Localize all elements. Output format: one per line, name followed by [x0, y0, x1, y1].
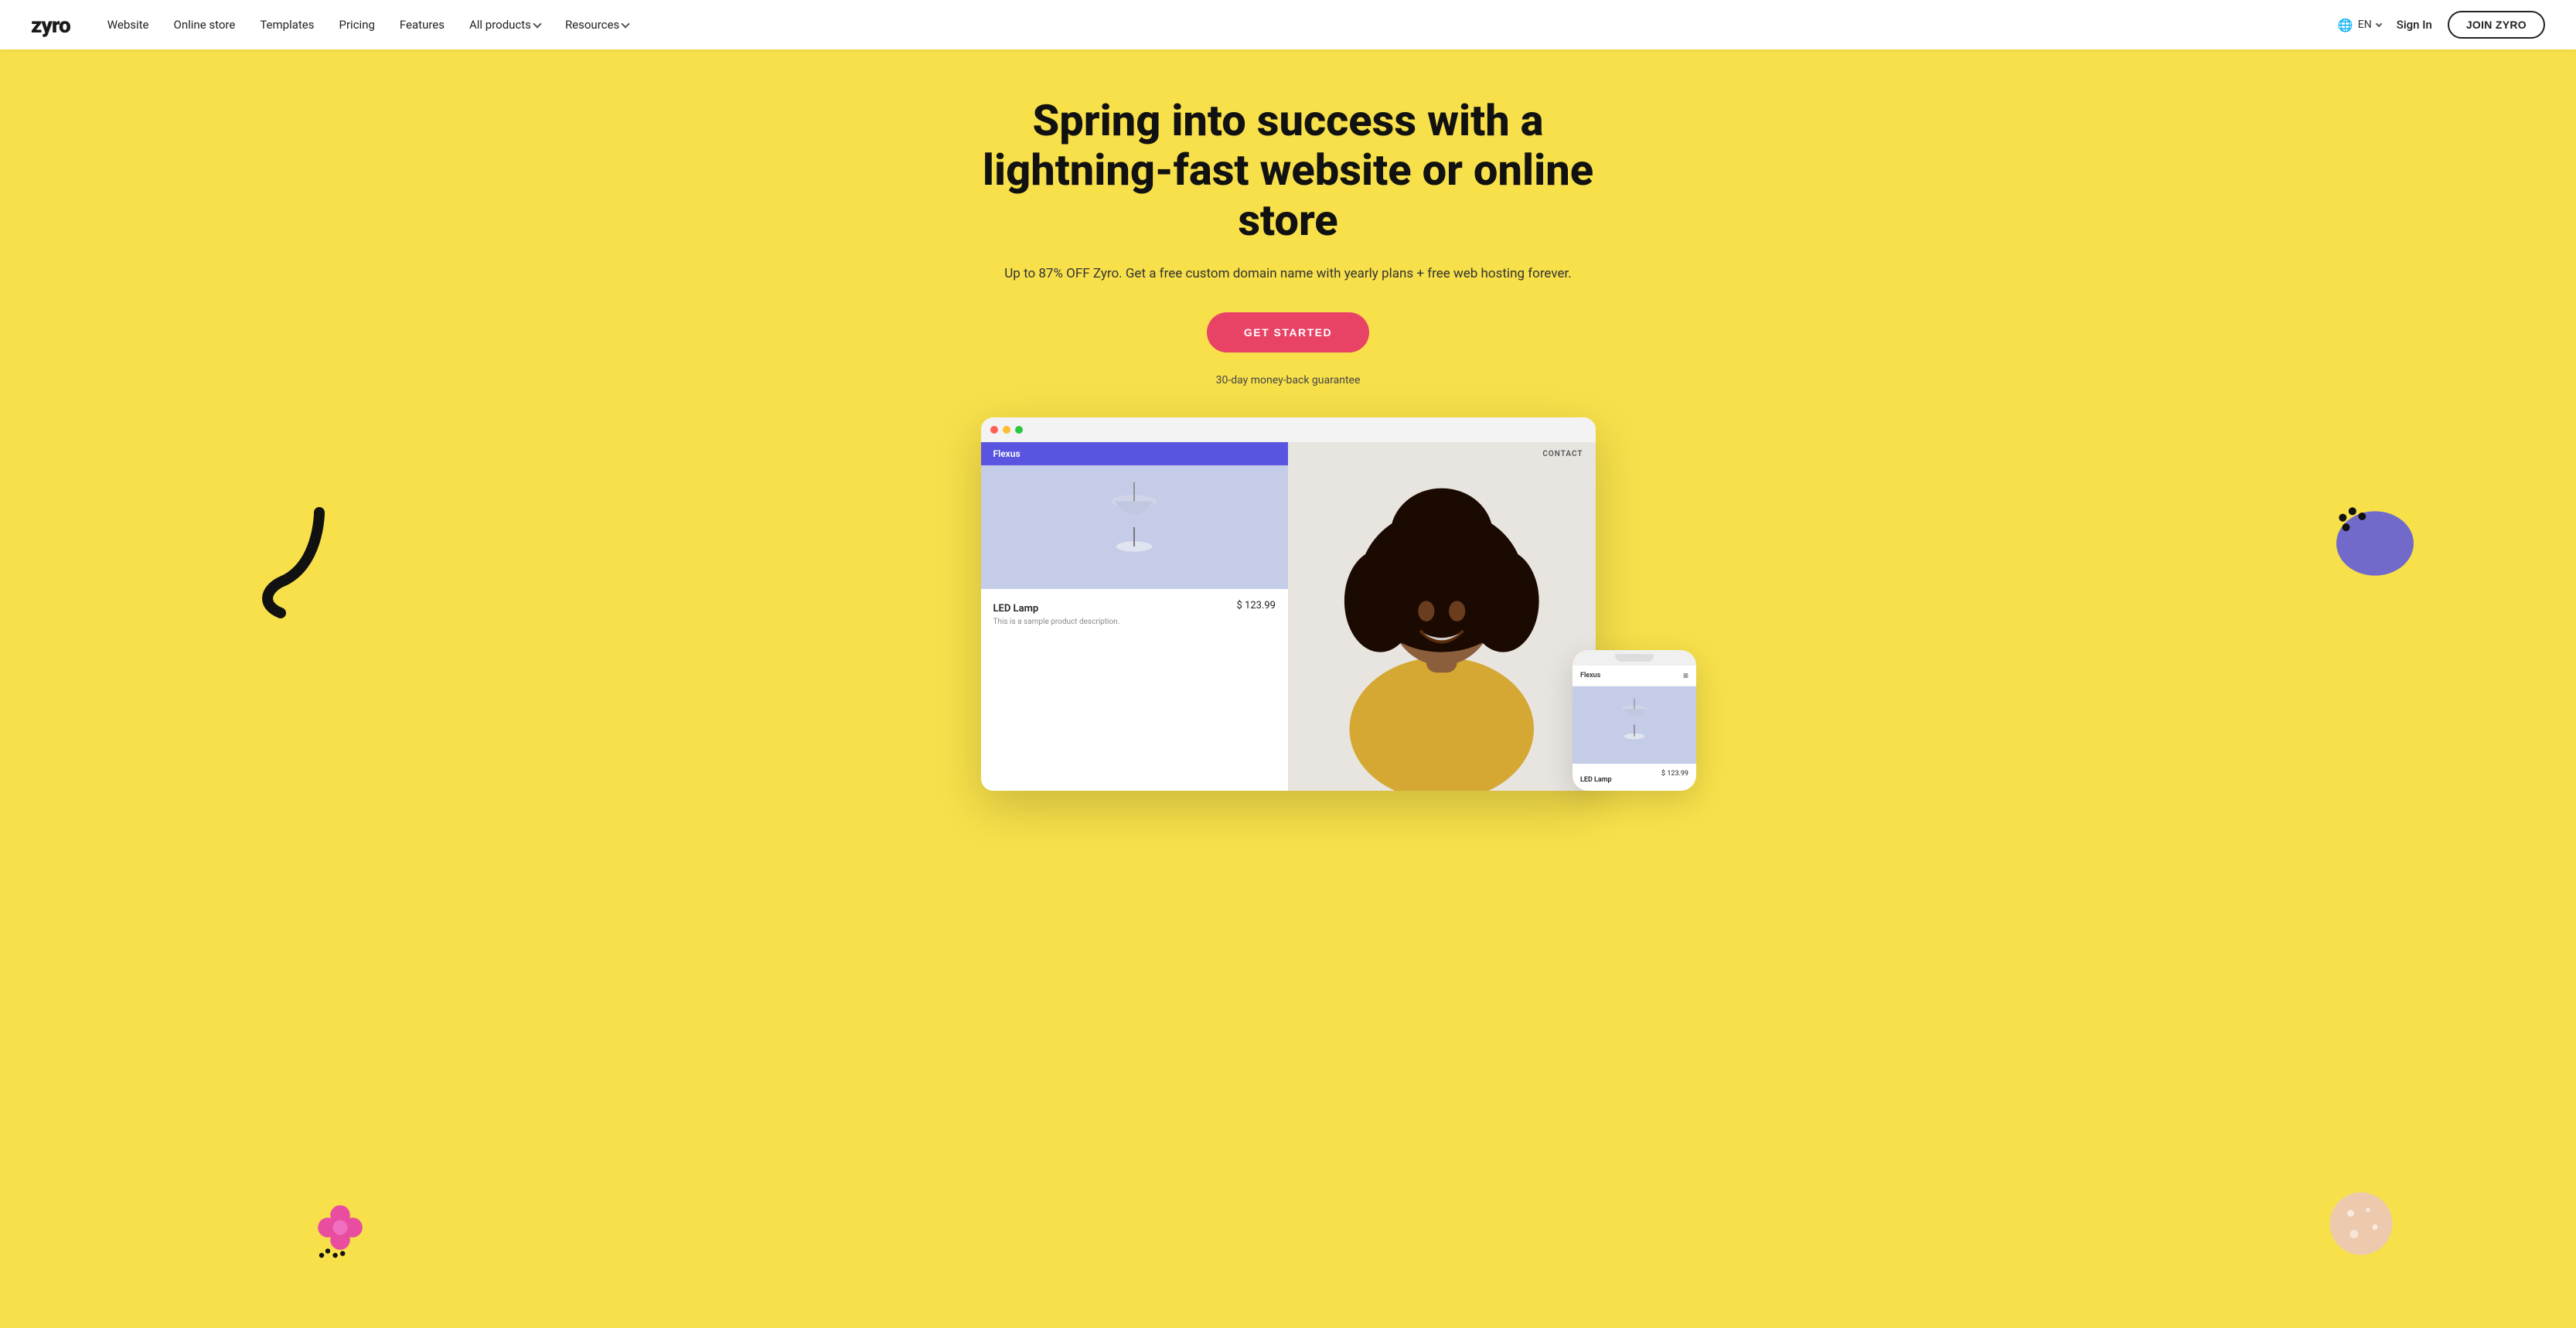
browser-product-panel: Flexus	[981, 442, 1289, 791]
browser-model-panel: CONTACT	[1288, 442, 1596, 791]
mobile-bar	[1573, 650, 1696, 666]
decorative-flower	[309, 1197, 371, 1262]
browser-dot-min	[1003, 426, 1010, 434]
decorative-blob	[2329, 505, 2421, 585]
hero-content: Spring into success with a lightning-fas…	[956, 49, 1620, 417]
language-selector[interactable]: 🌐 EN	[2338, 18, 2381, 32]
product-panel-header: Flexus	[981, 442, 1289, 465]
decorative-circle	[2326, 1189, 2396, 1262]
nav-resources[interactable]: Resources	[565, 18, 629, 32]
nav-all-products[interactable]: All products	[469, 18, 540, 32]
hero-subtitle: Up to 87% OFF Zyro. Get a free custom do…	[971, 264, 1605, 284]
hamburger-icon[interactable]: ≡	[1683, 670, 1688, 681]
nav-right: 🌐 EN Sign In JOIN ZYRO	[2338, 11, 2545, 39]
mobile-mockup: Flexus ≡ LED Lamp $ 123.99	[1573, 650, 1696, 791]
mobile-product-name: LED Lamp	[1580, 776, 1612, 784]
nav-website[interactable]: Website	[107, 18, 149, 32]
mobile-header: Flexus ≡	[1573, 666, 1696, 686]
mobile-product-price: $ 123.99	[1661, 770, 1688, 778]
browser-dot-close	[990, 426, 998, 434]
nav-pricing[interactable]: Pricing	[339, 18, 375, 32]
browser-mockup: Flexus	[981, 417, 1596, 791]
browser-bar	[981, 417, 1596, 442]
product-image	[981, 465, 1289, 589]
browser-content: Flexus	[981, 442, 1596, 791]
nav-features[interactable]: Features	[400, 18, 445, 32]
mobile-product-image	[1573, 686, 1696, 764]
product-name: LED Lamp	[993, 603, 1039, 615]
chevron-down-icon	[2376, 21, 2382, 27]
product-info: LED Lamp $ 123.99 This is a sample produ…	[981, 589, 1289, 637]
model-photo	[1288, 442, 1596, 791]
product-price: $ 123.99	[1237, 600, 1276, 611]
nav-links: Website Online store Templates Pricing F…	[107, 18, 2338, 32]
decorative-hook	[257, 505, 350, 598]
mobile-brand: Flexus	[1580, 672, 1600, 679]
nav-online-store[interactable]: Online store	[174, 18, 236, 32]
hero-title: Spring into success with a lightning-fas…	[971, 96, 1605, 245]
hero-illustration: Flexus	[863, 417, 1713, 791]
cta-button[interactable]: GET STARTED	[1207, 312, 1369, 352]
chevron-down-icon	[533, 19, 541, 28]
nav-templates[interactable]: Templates	[260, 18, 314, 32]
contact-link[interactable]: CONTACT	[1542, 450, 1583, 458]
browser-dot-max	[1015, 426, 1023, 434]
mobile-product-info: LED Lamp $ 123.99	[1573, 764, 1696, 791]
globe-icon: 🌐	[2338, 18, 2353, 32]
chevron-down-icon	[622, 19, 630, 28]
money-back-text: 30-day money-back guarantee	[1216, 374, 1361, 386]
signin-button[interactable]: Sign In	[2397, 18, 2432, 32]
join-button[interactable]: JOIN ZYRO	[2448, 11, 2545, 39]
logo[interactable]: zyro	[31, 12, 70, 38]
hero-section: Spring into success with a lightning-fas…	[0, 0, 2576, 1328]
navbar: zyro Website Online store Templates Pric…	[0, 0, 2576, 49]
mobile-notch	[1615, 654, 1654, 662]
product-description: This is a sample product description.	[993, 618, 1276, 626]
